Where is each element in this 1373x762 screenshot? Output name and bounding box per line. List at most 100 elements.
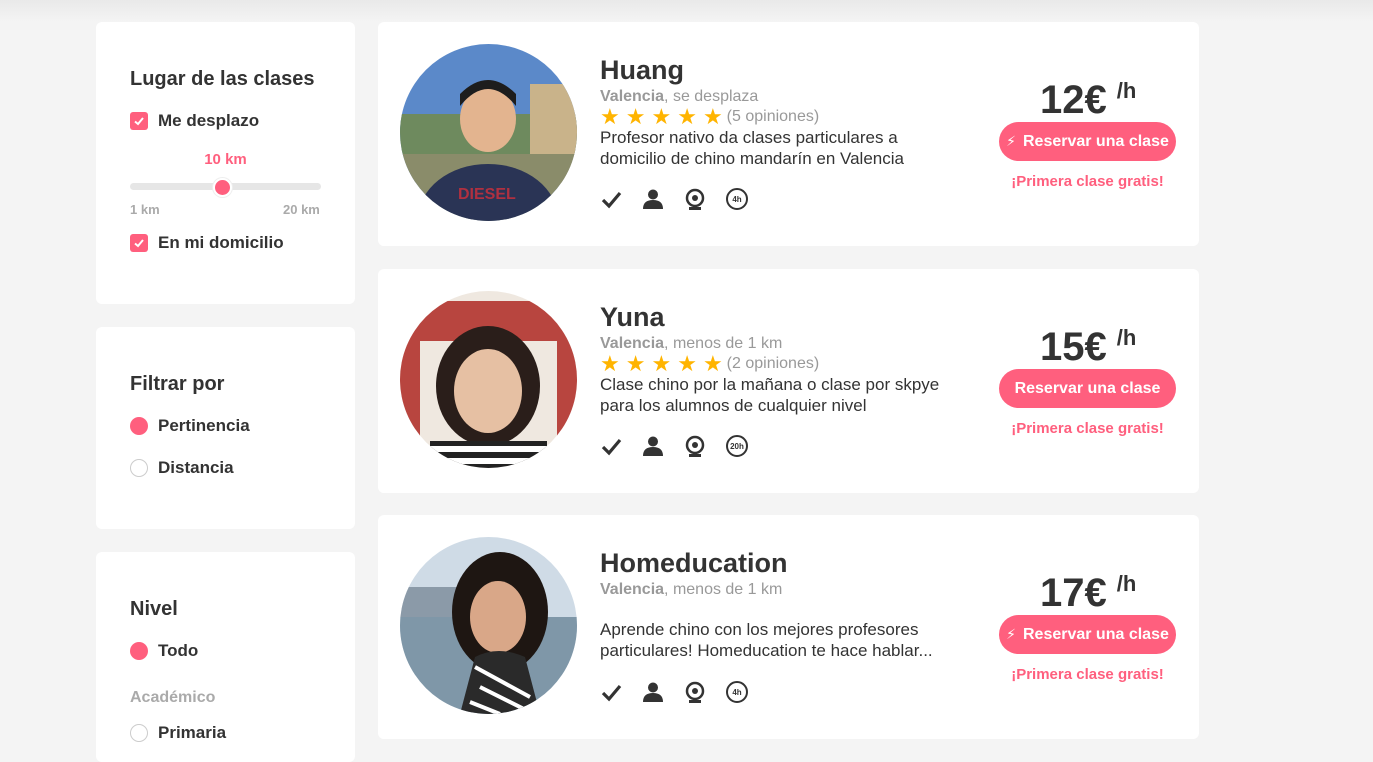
distance-slider-thumb[interactable] <box>213 178 232 197</box>
first-class-free-promo: ¡Primera clase gratis! <box>1011 420 1164 437</box>
price-amount: 12€ <box>1040 78 1107 122</box>
teacher-description: Profesor nativo da clases particulares a… <box>600 128 904 168</box>
teacher-avatar[interactable]: DIESEL <box>400 44 577 221</box>
star-icon: ★ <box>600 351 620 376</box>
price-unit: /h <box>1116 325 1137 350</box>
price: 17€ /h <box>1040 571 1136 615</box>
level-radio-selected[interactable] <box>130 642 148 660</box>
sort-option-distancia[interactable]: Distancia <box>130 458 234 478</box>
sort-option-pertinencia[interactable]: Pertinencia <box>130 416 250 436</box>
person-icon <box>642 188 664 210</box>
sort-filter-title: Filtrar por <box>130 373 225 395</box>
level-option-todo[interactable]: Todo <box>130 641 198 661</box>
book-class-button[interactable]: Reservar una clase <box>999 369 1176 408</box>
teacher-name[interactable]: Huang <box>600 55 684 86</box>
teacher-feature-icons: 4h <box>600 188 748 210</box>
teacher-avatar[interactable] <box>400 291 577 468</box>
teacher-card[interactable]: Homeducation Valencia, menos de 1 km Apr… <box>378 515 1199 739</box>
home-checkbox-row[interactable]: En mi domicilio <box>130 233 284 253</box>
distance-min-label: 1 km <box>130 202 160 217</box>
review-count[interactable]: (2 opiniones) <box>727 355 820 373</box>
price-unit: /h <box>1116 571 1137 596</box>
home-checkbox[interactable] <box>130 234 148 252</box>
teacher-distance: , se desplaza <box>664 88 759 105</box>
level-option-label: Primaria <box>158 723 227 742</box>
distance-max-label: 20 km <box>283 202 320 217</box>
check-icon <box>600 681 622 703</box>
level-group-label: Académico <box>130 689 216 706</box>
teacher-card[interactable]: DIESEL Huang Valencia, se desplaza ★ ★ ★ ★ ★… <box>378 22 1199 246</box>
check-icon <box>600 435 622 457</box>
sort-filter-panel: Filtrar por Pertinencia Distancia <box>96 327 355 529</box>
bolt-icon: ⚡ <box>1006 133 1016 149</box>
hours-icon: 4h <box>726 681 748 703</box>
star-icon: ★ <box>702 104 723 129</box>
teacher-name[interactable]: Yuna <box>600 302 665 333</box>
sort-radio[interactable] <box>130 459 148 477</box>
check-icon <box>600 188 622 210</box>
teacher-distance: , menos de 1 km <box>664 335 783 352</box>
first-class-free-promo: ¡Primera clase gratis! <box>1011 173 1164 190</box>
star-icon: ★ <box>651 104 672 129</box>
price: 12€ /h <box>1040 78 1136 122</box>
sort-option-label: Distancia <box>158 458 234 477</box>
webcam-icon <box>684 681 706 703</box>
sort-option-label: Pertinencia <box>158 416 250 435</box>
book-class-button[interactable]: ⚡ Reservar una clase <box>999 615 1176 654</box>
hours-icon: 4h <box>726 188 748 210</box>
teacher-city: Valencia <box>600 335 665 352</box>
first-class-free-promo: ¡Primera clase gratis! <box>1011 666 1164 683</box>
teacher-card[interactable]: Yuna Valencia, menos de 1 km ★ ★ ★ ★ ★ (2 op… <box>378 269 1199 493</box>
book-class-label: Reservar una clase <box>1014 379 1161 397</box>
star-icon: ★ <box>625 104 646 129</box>
teacher-rating: ★ ★ ★ ★ ★ (2 opiniones) <box>600 353 819 375</box>
hours-icon: 20h <box>726 435 748 457</box>
teacher-feature-icons: 4h <box>600 681 748 703</box>
bolt-icon: ⚡ <box>1006 626 1016 642</box>
price-amount: 17€ <box>1040 571 1107 615</box>
person-icon <box>642 435 664 457</box>
top-shadow <box>0 0 1373 22</box>
travel-checkbox-label: Me desplazo <box>158 111 260 130</box>
star-icon: ★ <box>677 351 697 376</box>
sort-radio-selected[interactable] <box>130 417 148 435</box>
teacher-distance: , menos de 1 km <box>664 581 783 598</box>
star-icon: ★ <box>702 351 723 376</box>
level-filter-panel: Nivel Todo Académico Primaria <box>96 552 355 762</box>
review-count[interactable]: (5 opiniones) <box>727 108 820 126</box>
price-amount: 15€ <box>1040 325 1107 369</box>
level-option-label: Todo <box>158 641 199 660</box>
teacher-rating: ★ ★ ★ ★ ★ (5 opiniones) <box>600 106 819 128</box>
location-filter-panel: Lugar de las clases Me desplazo 10 km 1 … <box>96 22 355 304</box>
teacher-name[interactable]: Homeducation <box>600 548 788 579</box>
book-class-label: Reservar una clase <box>1022 625 1169 643</box>
star-icon: ★ <box>600 104 620 129</box>
price-unit: /h <box>1116 78 1137 103</box>
teacher-description: Aprende chino con los mejores profesores… <box>600 620 933 660</box>
star-icon: ★ <box>651 351 672 376</box>
webcam-icon <box>684 188 706 210</box>
travel-checkbox[interactable] <box>130 112 148 130</box>
check-icon <box>134 117 144 126</box>
level-option-primaria[interactable]: Primaria <box>130 723 226 743</box>
level-radio[interactable] <box>130 724 148 742</box>
book-class-label: Reservar una clase <box>1022 132 1169 150</box>
teacher-city: Valencia <box>600 581 665 598</box>
book-class-button[interactable]: ⚡ Reservar una clase <box>999 122 1176 161</box>
webcam-icon <box>684 435 706 457</box>
star-icon: ★ <box>677 104 697 129</box>
travel-checkbox-row[interactable]: Me desplazo <box>130 111 259 131</box>
teacher-feature-icons: 20h <box>600 435 748 457</box>
teacher-location: Valencia, menos de 1 km <box>600 581 782 599</box>
teacher-avatar[interactable] <box>400 537 577 714</box>
teacher-description: Clase chino por la mañana o clase por sk… <box>600 375 940 415</box>
svg-text:DIESEL: DIESEL <box>458 186 516 203</box>
location-filter-title: Lugar de las clases <box>130 68 315 90</box>
level-filter-title: Nivel <box>130 598 178 620</box>
price: 15€ /h <box>1040 325 1136 369</box>
person-icon <box>642 681 664 703</box>
distance-value: 10 km <box>204 151 247 168</box>
check-icon <box>134 239 144 248</box>
teacher-city: Valencia <box>600 88 665 105</box>
star-icon: ★ <box>625 351 646 376</box>
